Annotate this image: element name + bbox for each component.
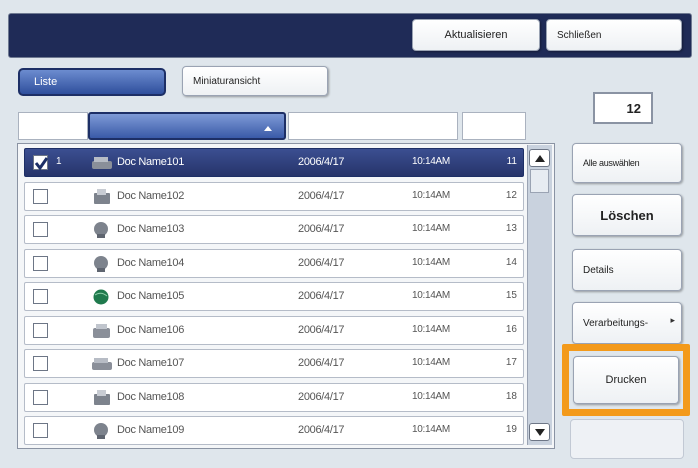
computer-icon bbox=[91, 221, 113, 239]
fax-icon bbox=[91, 188, 113, 206]
scroll-down-button[interactable] bbox=[529, 423, 550, 441]
chevron-right-icon: ▸ bbox=[670, 315, 675, 325]
document-name: Doc Name108 bbox=[117, 390, 185, 403]
scanner-icon bbox=[91, 154, 113, 172]
row-checkbox[interactable] bbox=[33, 188, 48, 204]
document-date: 2006/4/17 bbox=[298, 156, 345, 168]
document-name: Doc Name107 bbox=[117, 357, 185, 369]
document-count: 12 bbox=[593, 92, 653, 124]
document-name: Doc Name103 bbox=[117, 223, 185, 235]
scrollbar-thumb[interactable] bbox=[530, 169, 549, 193]
document-date: 2006/4/17 bbox=[298, 189, 345, 202]
scroll-up-button[interactable] bbox=[529, 149, 550, 167]
document-time: 10:14AM bbox=[412, 189, 450, 201]
column-header-id[interactable] bbox=[462, 112, 526, 140]
document-id: 11 bbox=[506, 156, 517, 167]
document-date: 2006/4/17 bbox=[298, 390, 345, 403]
document-name: Doc Name105 bbox=[117, 290, 185, 302]
document-time: 10:14AM bbox=[412, 424, 450, 435]
document-time: 10:14AM bbox=[412, 323, 450, 335]
arrow-down-icon bbox=[534, 428, 545, 436]
table-row[interactable]: Doc Name108 2006/4/17 10:14AM 18 bbox=[24, 382, 524, 412]
column-header-date[interactable] bbox=[288, 112, 458, 140]
table-row[interactable]: Doc Name109 2006/4/17 10:14AM 19 bbox=[24, 416, 524, 445]
table-row[interactable]: Doc Name105 2006/4/17 10:14AM 15 bbox=[24, 282, 524, 311]
sort-ascending-icon bbox=[264, 126, 272, 131]
document-time: 10:14AM bbox=[412, 290, 450, 301]
document-name: Doc Name106 bbox=[117, 323, 185, 336]
empty-button-slot bbox=[570, 419, 684, 459]
scrollbar[interactable] bbox=[527, 145, 552, 445]
document-id: 17 bbox=[505, 357, 517, 368]
processing-button[interactable]: Verarbeitungs- ▸ bbox=[572, 302, 682, 344]
table-row[interactable]: Doc Name106 2006/4/17 10:14AM 16 bbox=[24, 315, 524, 345]
table-row[interactable]: Doc Name107 2006/4/17 10:14AM 17 bbox=[24, 349, 524, 378]
row-checkbox[interactable] bbox=[33, 423, 48, 438]
document-id: 15 bbox=[505, 290, 517, 301]
document-time: 10:14AM bbox=[412, 357, 450, 368]
select-all-button[interactable]: Alle auswählen bbox=[572, 143, 682, 183]
computer-icon bbox=[91, 255, 113, 273]
tab-list-label: Liste bbox=[34, 76, 58, 88]
document-id: 12 bbox=[505, 189, 517, 201]
tab-thumbnail[interactable]: Miniaturansicht bbox=[182, 66, 328, 96]
document-id: 18 bbox=[505, 390, 517, 402]
document-date: 2006/4/17 bbox=[298, 223, 345, 235]
checkmark-icon bbox=[34, 157, 49, 171]
document-name: Doc Name104 bbox=[117, 256, 185, 269]
document-id: 13 bbox=[505, 223, 517, 234]
document-id: 14 bbox=[505, 256, 517, 268]
document-date: 2006/4/17 bbox=[298, 323, 345, 336]
document-list-panel: Aktualisieren Schließen Liste Miniaturan… bbox=[0, 0, 698, 468]
arrow-up-icon bbox=[534, 154, 545, 162]
table-row[interactable]: Doc Name102 2006/4/17 10:14AM 12 bbox=[24, 181, 524, 211]
table-row[interactable]: Doc Name103 2006/4/17 10:14AM 13 bbox=[24, 215, 524, 244]
document-time: 10:14AM bbox=[412, 256, 450, 268]
document-list: 1 Doc Name101 2006/4/17 10:14AM 11 Doc Name10… bbox=[17, 143, 555, 449]
computer-icon bbox=[91, 422, 113, 440]
row-checkbox[interactable] bbox=[33, 155, 49, 171]
document-date: 2006/4/17 bbox=[298, 290, 345, 302]
globe-icon bbox=[91, 288, 113, 306]
table-row[interactable]: Doc Name104 2006/4/17 10:14AM 14 bbox=[24, 248, 524, 278]
print-button-highlight bbox=[562, 344, 690, 416]
document-time: 10:14AM bbox=[412, 223, 450, 234]
document-time: 10:14AM bbox=[412, 156, 450, 167]
row-checkbox[interactable] bbox=[33, 289, 48, 304]
copier-icon bbox=[91, 322, 113, 340]
document-date: 2006/4/17 bbox=[298, 424, 345, 436]
column-header-checkbox[interactable] bbox=[18, 112, 88, 140]
row-checkbox[interactable] bbox=[33, 255, 48, 271]
row-checkbox[interactable] bbox=[33, 389, 48, 405]
document-date: 2006/4/17 bbox=[298, 357, 345, 369]
document-time: 10:14AM bbox=[412, 390, 450, 402]
refresh-button[interactable]: Aktualisieren bbox=[412, 19, 540, 51]
document-name: Doc Name102 bbox=[117, 189, 185, 202]
document-id: 19 bbox=[505, 424, 517, 435]
scanner-icon bbox=[91, 355, 113, 373]
delete-button[interactable]: Löschen bbox=[572, 194, 682, 236]
close-button[interactable]: Schließen bbox=[546, 19, 682, 51]
table-row[interactable]: 1 Doc Name101 2006/4/17 10:14AM 11 bbox=[24, 148, 524, 177]
tab-list[interactable]: Liste bbox=[18, 68, 166, 96]
row-checkbox[interactable] bbox=[33, 222, 48, 237]
fax-icon bbox=[91, 389, 113, 407]
document-name: Doc Name109 bbox=[117, 424, 185, 436]
row-checkbox[interactable] bbox=[33, 322, 48, 338]
document-name: Doc Name101 bbox=[117, 156, 185, 168]
details-button[interactable]: Details bbox=[572, 249, 682, 291]
processing-label: Verarbeitungs- bbox=[583, 317, 649, 329]
document-date: 2006/4/17 bbox=[298, 256, 345, 269]
column-header-name[interactable] bbox=[88, 112, 286, 140]
row-checkbox[interactable] bbox=[33, 356, 48, 371]
row-number: 1 bbox=[56, 156, 62, 167]
document-id: 16 bbox=[505, 323, 517, 335]
